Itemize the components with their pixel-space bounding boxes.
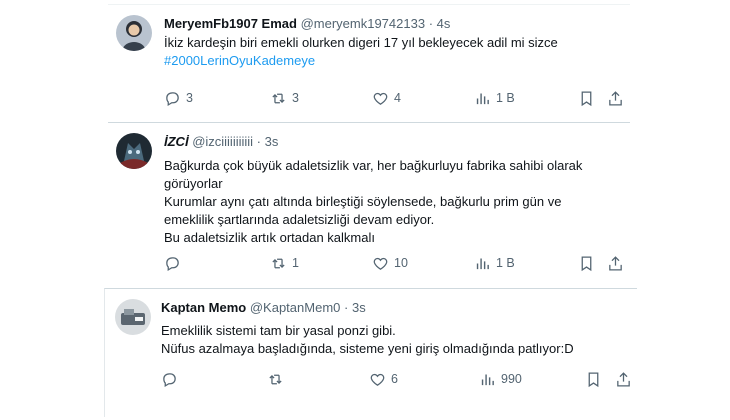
share-button[interactable] [615,369,632,389]
tweet-text-line: emeklilik şartlarında adaletsizliği deva… [164,212,435,227]
retweet-button[interactable] [267,369,289,389]
avatar[interactable] [115,299,151,335]
bookmark-icon [581,90,592,106]
share-button[interactable] [607,253,624,273]
tweet-text-line: Kurumlar aynı çatı altında birleştiği sö… [164,194,562,209]
bookmark-button[interactable] [578,88,595,108]
tweet-text-line: Emeklilik sistemi tam bir yasal ponzi gi… [161,323,396,338]
tweet-header: MeryemFb1907 Emad @meryemk19742133 · 4s [164,15,622,33]
reply-button[interactable]: 3 [164,88,193,108]
tweet-text-line: görüyorlar [164,176,223,191]
separator-dot: · [256,134,262,149]
retweet-icon [272,93,285,103]
user-handle[interactable]: @KaptanMem0 [250,300,341,315]
like-button[interactable]: 6 [369,369,398,389]
retweet-count: 3 [292,91,299,105]
reply-icon [166,256,179,271]
tweet-3[interactable]: Kaptan Memo @KaptanMem0 · 3s Emeklilik s… [104,288,637,417]
share-button[interactable] [607,88,624,108]
retweet-button[interactable]: 1 [270,253,299,273]
views-button[interactable]: 990 [479,369,522,389]
tweet-header: Kaptan Memo @KaptanMem0 · 3s [161,299,629,317]
views-count: 1 B [496,91,515,105]
hashtag-link[interactable]: #2000LerinOyuKademeye [164,52,622,70]
reply-icon [163,372,176,387]
like-count: 4 [394,91,401,105]
like-button[interactable]: 4 [372,88,401,108]
like-icon [373,257,388,270]
avatar[interactable] [116,133,152,169]
like-count: 6 [391,372,398,386]
bookmark-button[interactable] [585,369,602,389]
views-button[interactable]: 1 B [474,253,515,273]
tweet-actions: 3 3 4 1 B [164,88,622,108]
views-icon [476,93,489,104]
bookmark-icon [581,255,592,271]
retweet-icon [269,374,282,384]
bookmark-button[interactable] [578,253,595,273]
like-count: 10 [394,256,408,270]
views-icon [476,258,489,269]
timestamp[interactable]: 3s [352,300,366,315]
retweet-icon [272,258,285,268]
tweet-actions: 6 990 [161,369,630,389]
share-icon [609,90,622,106]
views-icon [481,374,494,385]
tweet-1[interactable]: MeryemFb1907 Emad @meryemk19742133 · 4s … [108,4,630,113]
tweet-2[interactable]: İZCİ @izciiiiiiiiiii · 3s Bağkurda çok b… [108,122,630,279]
like-icon [373,92,388,105]
timestamp[interactable]: 4s [437,16,451,31]
like-button[interactable]: 10 [372,253,408,273]
reply-icon [166,91,179,106]
tweet-text-line: Nüfus azalmaya başladığında, sisteme yen… [161,341,574,356]
timestamp[interactable]: 3s [265,134,279,149]
tweet-actions: 1 10 1 B [164,253,622,273]
bookmark-icon [588,371,599,387]
reply-count: 3 [186,91,193,105]
tweet-header: İZCİ @izciiiiiiiiiii · 3s [164,133,622,151]
retweet-button[interactable]: 3 [270,88,299,108]
tweet-text-line: İkiz kardeşin biri emekli olurken digeri… [164,35,558,50]
views-button[interactable]: 1 B [474,88,515,108]
reply-button[interactable] [164,253,186,273]
views-count: 990 [501,372,522,386]
tweet-text: Bağkurda çok büyük adaletsizlik var, her… [164,157,622,247]
share-icon [609,255,622,271]
tweet-text: İkiz kardeşin biri emekli olurken digeri… [164,34,622,70]
separator-dot: · [344,300,349,315]
like-icon [370,373,385,386]
avatar[interactable] [116,15,152,51]
user-handle[interactable]: @izciiiiiiiiiii [192,134,253,149]
display-name[interactable]: İZCİ [164,134,189,149]
separator-dot: · [428,16,434,31]
display-name[interactable]: Kaptan Memo [161,300,246,315]
retweet-count: 1 [292,256,299,270]
share-icon [617,371,630,387]
display-name[interactable]: MeryemFb1907 Emad [164,16,297,31]
reply-button[interactable] [161,369,183,389]
tweet-text-line: Bağkurda çok büyük adaletsizlik var, her… [164,158,583,173]
views-count: 1 B [496,256,515,270]
user-handle[interactable]: @meryemk19742133 [301,16,425,31]
tweet-text: Emeklilik sistemi tam bir yasal ponzi gi… [161,322,629,358]
tweet-text-line: Bu adaletsizlik artık ortadan kalkmalı [164,230,375,245]
